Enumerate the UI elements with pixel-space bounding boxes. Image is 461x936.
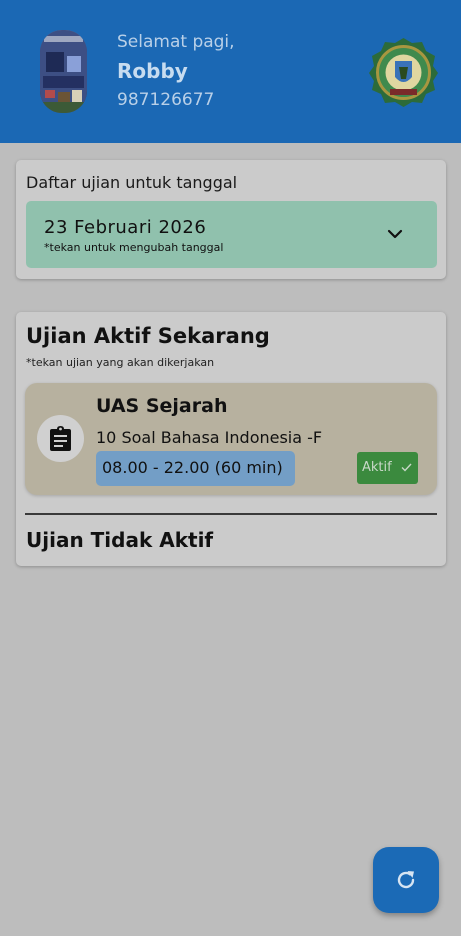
active-exams-hint: *tekan ujian yang akan dikerjakan bbox=[26, 356, 215, 369]
exam-item[interactable]: UAS Sejarah 10 Soal Bahasa Indonesia -F … bbox=[25, 383, 437, 495]
greeting-text: Selamat pagi, bbox=[117, 32, 235, 52]
clipboard-icon bbox=[37, 415, 84, 462]
section-divider bbox=[25, 513, 437, 515]
date-hint: *tekan untuk mengubah tanggal bbox=[44, 241, 224, 254]
app-header: Selamat pagi, Robby 987126677 bbox=[0, 0, 461, 143]
exam-time: 08.00 - 22.00 (60 min) bbox=[102, 458, 283, 477]
exam-list-card: Ujian Aktif Sekarang *tekan ujian yang a… bbox=[16, 312, 446, 566]
refresh-icon bbox=[397, 871, 415, 889]
date-card: Daftar ujian untuk tanggal 23 Februari 2… bbox=[16, 160, 446, 279]
selected-date: 23 Februari 2026 bbox=[44, 217, 207, 238]
exam-subtitle: 10 Soal Bahasa Indonesia -F bbox=[96, 428, 323, 447]
check-icon bbox=[401, 463, 412, 472]
status-badge: Aktif bbox=[357, 452, 418, 484]
status-label: Aktif bbox=[362, 460, 392, 475]
active-exams-title: Ujian Aktif Sekarang bbox=[26, 324, 270, 348]
school-logo bbox=[368, 37, 439, 108]
date-card-label: Daftar ujian untuk tanggal bbox=[26, 173, 238, 192]
user-id: 987126677 bbox=[117, 90, 215, 110]
avatar[interactable] bbox=[40, 30, 87, 113]
date-picker[interactable]: 23 Februari 2026 *tekan untuk mengubah t… bbox=[26, 201, 437, 268]
exam-title: UAS Sejarah bbox=[96, 395, 228, 417]
chevron-down-icon bbox=[387, 229, 403, 239]
exam-time-chip: 08.00 - 22.00 (60 min) bbox=[96, 451, 295, 486]
inactive-exams-title: Ujian Tidak Aktif bbox=[26, 528, 214, 552]
refresh-button[interactable] bbox=[373, 847, 439, 913]
user-name: Robby bbox=[117, 59, 188, 83]
